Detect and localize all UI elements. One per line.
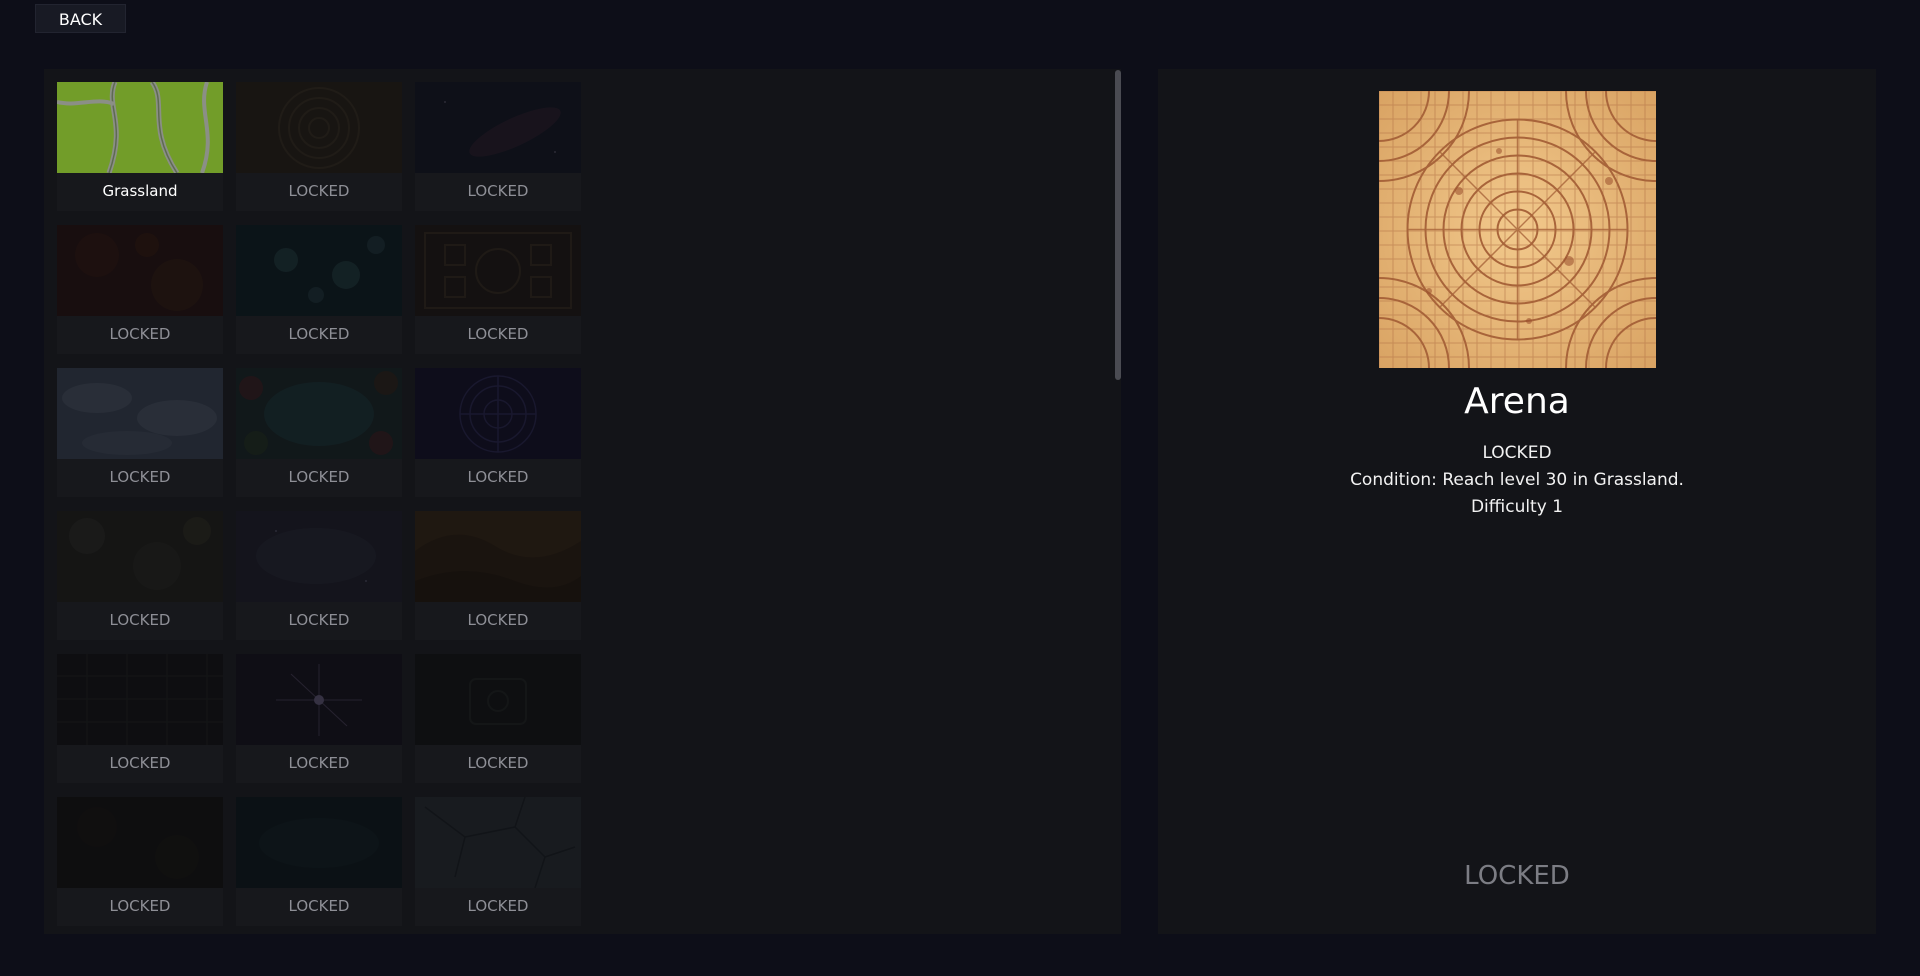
- grassland-thumbnail: [57, 82, 223, 173]
- map-tile[interactable]: LOCKED: [236, 797, 402, 926]
- map-tile-label: LOCKED: [467, 468, 529, 486]
- map-tile-label: LOCKED: [467, 182, 529, 200]
- map-tile[interactable]: Grassland: [57, 82, 223, 211]
- map-tile-label: LOCKED: [467, 325, 529, 343]
- map-tile-label: LOCKED: [109, 897, 171, 915]
- arena-floor-image: [1379, 91, 1656, 368]
- map-tile-label: LOCKED: [467, 611, 529, 629]
- map-lock-status: LOCKED: [1482, 443, 1552, 463]
- map-tile-label: LOCKED: [288, 897, 350, 915]
- map-tile-label: LOCKED: [288, 325, 350, 343]
- map-difficulty: Difficulty 1: [1470, 497, 1564, 517]
- ice-thumbnail: [236, 225, 402, 316]
- map-tile[interactable]: LOCKED: [236, 511, 402, 640]
- map-tile-label: LOCKED: [288, 182, 350, 200]
- map-tile-label: LOCKED: [109, 611, 171, 629]
- dark-tiles-thumbnail: [57, 654, 223, 745]
- unlock-condition: Condition: Reach level 30 in Grassland.: [1350, 470, 1684, 490]
- map-tile-label: LOCKED: [109, 468, 171, 486]
- map-list-scrollbar-thumb[interactable]: [1115, 70, 1121, 380]
- back-button[interactable]: BACK: [35, 4, 126, 33]
- map-tile-label: LOCKED: [288, 754, 350, 772]
- map-grid: Grassland LOCKED LOCKED LOCKED LOCKED LOCKED L…: [57, 82, 581, 926]
- map-tile[interactable]: LOCKED: [415, 225, 581, 354]
- map-tile[interactable]: LOCKED: [57, 511, 223, 640]
- map-tile[interactable]: LOCKED: [236, 82, 402, 211]
- starburst-thumbnail: [236, 654, 402, 745]
- space-thumbnail: [415, 82, 581, 173]
- map-tile[interactable]: LOCKED: [57, 368, 223, 497]
- map-tile-label: LOCKED: [288, 468, 350, 486]
- map-tile-label: LOCKED: [467, 897, 529, 915]
- map-tile[interactable]: LOCKED: [57, 797, 223, 926]
- rocky-terrain-thumbnail: [57, 511, 223, 602]
- rune-circle-thumbnail: [415, 368, 581, 459]
- map-tile[interactable]: LOCKED: [415, 82, 581, 211]
- map-tile[interactable]: LOCKED: [236, 368, 402, 497]
- map-tile[interactable]: LOCKED: [415, 368, 581, 497]
- map-title: Arena: [1464, 381, 1570, 422]
- temple-thumbnail: [415, 225, 581, 316]
- map-detail-panel: Arena LOCKED Condition: Reach level 30 i…: [1158, 69, 1876, 934]
- map-tile[interactable]: LOCKED: [415, 797, 581, 926]
- deep-water-thumbnail: [236, 797, 402, 888]
- arena-thumbnail: [236, 82, 402, 173]
- map-tile-label: LOCKED: [288, 611, 350, 629]
- clouds-thumbnail: [57, 368, 223, 459]
- lava-thumbnail: [57, 225, 223, 316]
- map-tile-label: LOCKED: [109, 754, 171, 772]
- dark-soil-thumbnail: [57, 797, 223, 888]
- map-tile[interactable]: LOCKED: [236, 225, 402, 354]
- map-tile[interactable]: LOCKED: [236, 654, 402, 783]
- map-tile[interactable]: LOCKED: [415, 511, 581, 640]
- map-tile-label: LOCKED: [467, 754, 529, 772]
- forest-pond-thumbnail: [236, 368, 402, 459]
- dungeon-thumbnail: [415, 654, 581, 745]
- desert-dunes-thumbnail: [415, 511, 581, 602]
- map-tile-label: Grassland: [102, 182, 178, 200]
- map-tile-label: LOCKED: [109, 325, 171, 343]
- map-list-panel: Grassland LOCKED LOCKED LOCKED LOCKED LOCKED L…: [44, 69, 1121, 934]
- cracked-stone-thumbnail: [415, 797, 581, 888]
- map-tile[interactable]: LOCKED: [57, 654, 223, 783]
- nebula-thumbnail: [236, 511, 402, 602]
- play-button-locked[interactable]: LOCKED: [1417, 854, 1617, 898]
- map-tile[interactable]: LOCKED: [57, 225, 223, 354]
- map-tile[interactable]: LOCKED: [415, 654, 581, 783]
